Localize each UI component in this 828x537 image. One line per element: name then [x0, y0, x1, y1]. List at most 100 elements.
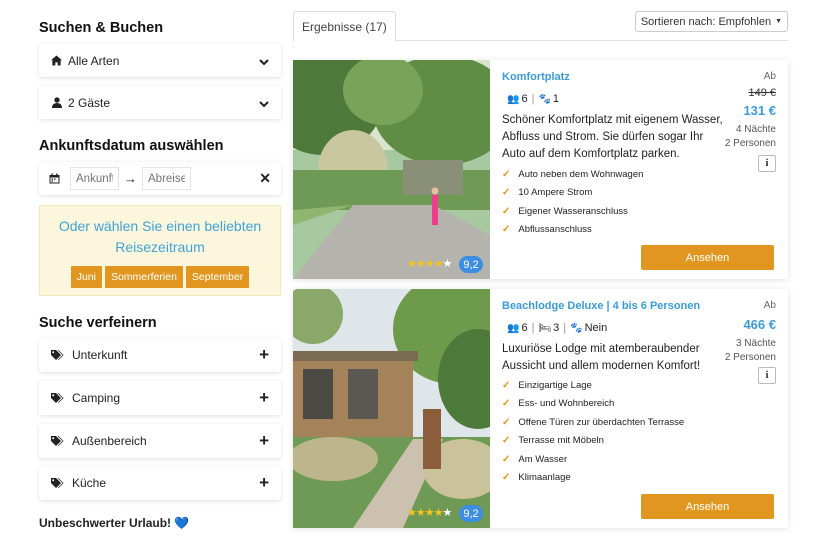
tags-icon: [51, 477, 64, 489]
check-icon: ✓: [502, 379, 511, 391]
heading-search-book: Suchen & Buchen: [39, 20, 164, 36]
filter-kitchen[interactable]: Küche +: [39, 466, 281, 500]
check-icon: ✓: [502, 205, 511, 217]
price-persons: 2 Personen: [724, 352, 776, 363]
chevron-down-icon: [259, 56, 269, 66]
period-button-september[interactable]: September: [185, 266, 250, 288]
feature-item: ✓ Klimaanlage: [502, 472, 571, 484]
sort-dropdown[interactable]: Sortieren nach: Empfohlen ▼: [634, 11, 788, 32]
check-icon: ✓: [502, 453, 511, 465]
rating-stars: ★ ★ ★ ★ ★: [407, 506, 453, 519]
persons-count: 6: [521, 322, 528, 334]
tab-results[interactable]: Ergebnisse (17): [293, 11, 396, 42]
result-photo[interactable]: ★ ★ ★ ★ ★ 9,2: [293, 289, 490, 528]
bed-icon: 🛏: [538, 322, 552, 334]
check-icon: ✓: [502, 224, 511, 236]
result-title[interactable]: Komfortplatz: [502, 71, 570, 83]
filter-label: Außenbereich: [72, 434, 147, 448]
popular-period-text: Oder wählen Sie einen beliebten Reisezei…: [58, 218, 262, 255]
info-icon[interactable]: i: [758, 155, 776, 172]
star-icon: ★: [407, 507, 417, 519]
star-half-icon: ★: [442, 507, 453, 519]
filter-accommodation[interactable]: Unterkunft +: [39, 338, 281, 372]
price-nights: 3 Nächte: [735, 338, 776, 349]
feature-item: ✓ Am Wasser: [502, 453, 568, 465]
popular-period-box: Oder wählen Sie einen beliebten Reisezei…: [39, 205, 281, 296]
date-picker: → ✕: [39, 162, 281, 195]
feature-item: ✓ Abflussanschluss: [502, 224, 592, 236]
persons-icon: 👥: [507, 322, 520, 334]
rating-stars: ★ ★ ★ ★ ★: [407, 257, 453, 270]
star-icon: ★: [424, 258, 435, 270]
check-icon: ✓: [502, 472, 511, 484]
filter-label: Küche: [72, 476, 107, 490]
result-card: ★ ★ ★ ★ ★ 9,2 Komfortplatz 👥 6 | 🐾 1 Schöner…: [293, 60, 788, 279]
price-new: 466 €: [743, 317, 776, 332]
filter-label: Camping: [72, 391, 121, 405]
filter-camping[interactable]: Camping +: [39, 381, 281, 415]
guests-dropdown[interactable]: 2 Gäste: [39, 86, 281, 119]
check-icon: ✓: [502, 168, 511, 180]
paw-icon: 🐾: [570, 322, 583, 334]
rating-score: 9,2: [459, 505, 483, 522]
result-description: Luxuriöse Lodge mit atemberaubender Auss…: [502, 343, 701, 372]
feature-item: ✓ Ess- und Wohnbereich: [502, 398, 615, 410]
view-button[interactable]: Ansehen: [641, 494, 774, 519]
clear-date-icon[interactable]: ✕: [259, 170, 271, 187]
check-icon: ✓: [502, 435, 511, 447]
tags-icon: [51, 392, 64, 404]
price-from: Ab: [763, 71, 776, 82]
feature-list: ✓ Auto neben dem Wohnwagen ✓ 10 Ampere Str…: [502, 165, 643, 239]
pets-count: Nein: [584, 322, 608, 334]
feature-list: ✓ Einzigartige Lage ✓ Ess- und Wohnbereich…: [502, 376, 684, 487]
heading-refine-search: Suche verfeinern: [39, 315, 157, 331]
result-description: Schöner Komfortplatz mit eigenem Wasser,…: [502, 114, 723, 160]
plus-icon: +: [259, 345, 269, 364]
plus-icon: +: [259, 473, 269, 492]
price-nights: 4 Nächte: [735, 124, 776, 135]
type-dropdown[interactable]: Alle Arten: [39, 44, 281, 77]
star-icon: ★: [433, 507, 444, 519]
price-block: Ab 149 € 131 € 4 Nächte 2 Personen: [725, 71, 776, 151]
result-title[interactable]: Beachlodge Deluxe | 4 bis 6 Personen: [502, 300, 700, 312]
star-icon: ★: [415, 507, 426, 519]
period-button-june[interactable]: Juni: [70, 266, 102, 288]
feature-item: ✓ Auto neben dem Wohnwagen: [502, 168, 644, 180]
feature-item: ✓ 10 Ampere Strom: [502, 187, 593, 199]
tags-icon: [51, 349, 64, 361]
price-from: Ab: [763, 300, 776, 311]
arrow-right-icon: →: [124, 171, 137, 186]
rating-score: 9,2: [459, 256, 483, 273]
plus-icon: +: [259, 431, 269, 450]
price-block: Ab 466 € 3 Nächte 2 Personen: [725, 300, 776, 365]
departure-input[interactable]: [142, 167, 191, 190]
bedrooms-count: 3: [553, 322, 560, 334]
feature-item: ✓ Eigener Wasseranschluss: [502, 205, 628, 217]
tags-icon: [51, 435, 64, 447]
type-dropdown-label: Alle Arten: [68, 53, 120, 68]
price-old: 149 €: [748, 87, 776, 99]
result-photo[interactable]: ★ ★ ★ ★ ★ 9,2: [293, 60, 490, 279]
star-icon: ★: [407, 258, 417, 270]
check-icon: ✓: [502, 416, 511, 428]
chevron-down-icon: [259, 98, 269, 108]
result-card: ★ ★ ★ ★ ★ 9,2 Beachlodge Deluxe | 4 bis 6 Pe…: [293, 289, 788, 528]
price-persons: 2 Personen: [724, 138, 776, 149]
home-icon: [51, 55, 62, 66]
info-icon[interactable]: i: [758, 367, 776, 384]
star-icon: ★: [424, 507, 435, 519]
filter-outdoor[interactable]: Außenbereich +: [39, 424, 281, 458]
arrival-input[interactable]: [70, 167, 119, 190]
view-button[interactable]: Ansehen: [641, 245, 774, 270]
result-meta: 👥 6 | 🛏 3 | 🐾 Nein: [507, 322, 608, 334]
star-icon: ★: [433, 258, 444, 270]
paw-icon: 🐾: [538, 93, 551, 105]
feature-item: ✓ Einzigartige Lage: [502, 379, 592, 391]
footer-note: Unbeschwerter Urlaub! 💙: [39, 516, 190, 530]
period-button-summer-holidays[interactable]: Sommerferien: [104, 266, 183, 288]
guests-dropdown-label: 2 Gäste: [68, 95, 111, 110]
persons-icon: 👥: [507, 93, 520, 105]
calendar-icon: [49, 173, 60, 184]
check-icon: ✓: [502, 187, 511, 199]
star-half-icon: ★: [442, 258, 453, 270]
